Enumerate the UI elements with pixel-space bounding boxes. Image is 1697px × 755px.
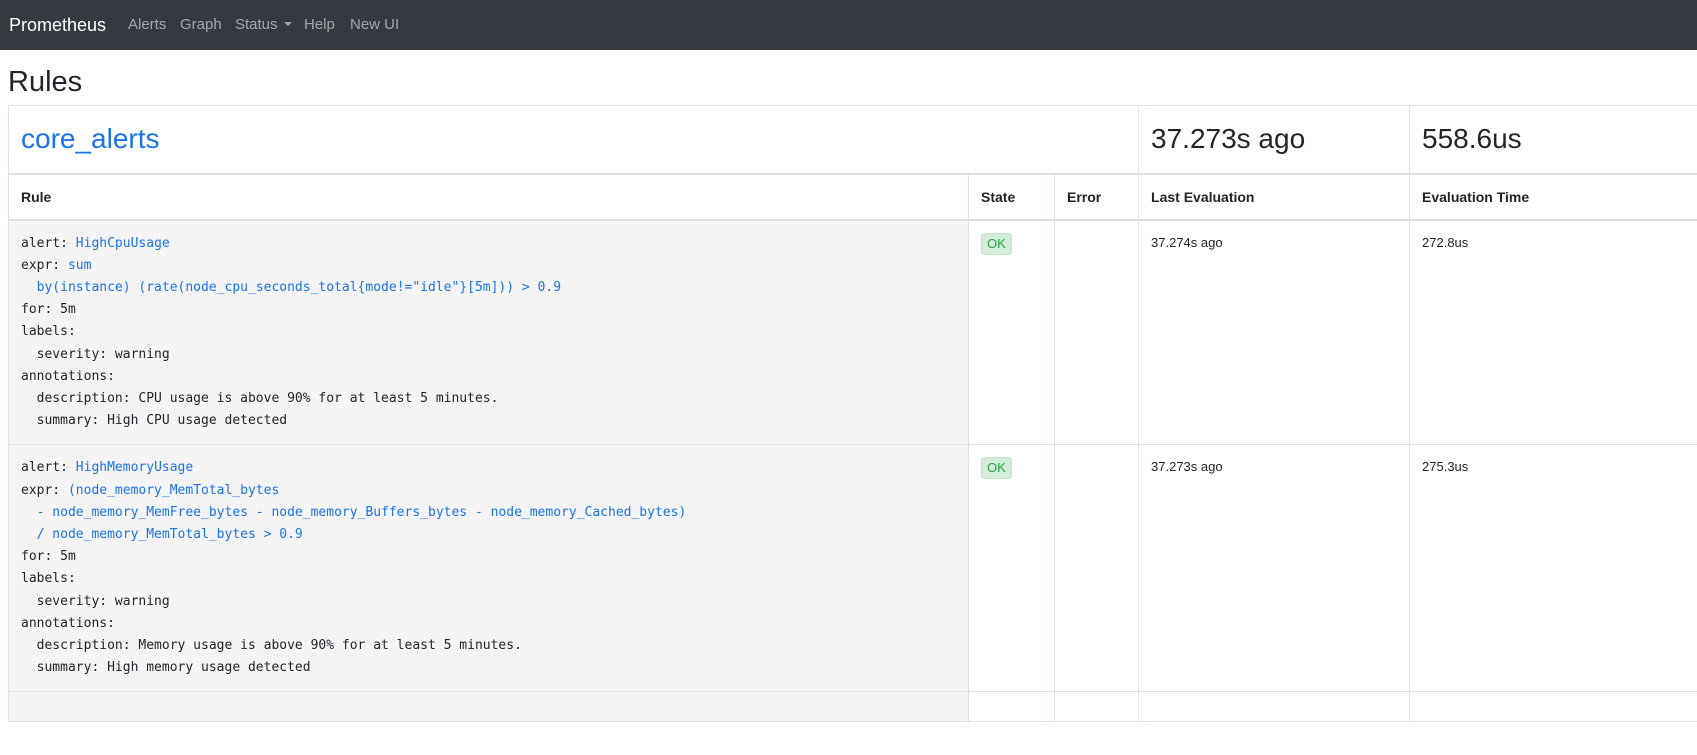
state-cell xyxy=(968,691,1055,723)
rule-label: severity: warning xyxy=(21,593,170,609)
nav-alerts-link[interactable]: Alerts xyxy=(128,15,166,35)
rule-annotation: description: Memory usage is above 90% f… xyxy=(21,637,522,653)
brand-link[interactable]: Prometheus xyxy=(9,13,106,37)
rule-key: for: xyxy=(21,302,53,318)
nav-new-ui-link[interactable]: New UI xyxy=(350,15,399,35)
nav-status-label: Status xyxy=(235,16,278,33)
rule-key: alert: xyxy=(21,235,68,251)
group-evaluation-time: 558.6us xyxy=(1422,123,1522,155)
expr-line: sum xyxy=(67,257,92,273)
rule-key: alert: xyxy=(21,460,68,476)
rule-key: labels: xyxy=(21,571,76,587)
expr-link[interactable]: (node_memory_MemTotal_bytes - node_memor… xyxy=(21,482,687,542)
error-cell xyxy=(1053,218,1140,446)
rule-annotation: summary: High CPU usage detected xyxy=(21,413,288,429)
rule-key: labels: xyxy=(21,324,76,340)
rule-for: 5m xyxy=(60,549,76,565)
last-evaluation-cell xyxy=(1138,691,1411,723)
rule-key: expr: xyxy=(21,257,61,273)
evaluation-time-cell: 272.8us xyxy=(1409,218,1697,446)
page-title: Rules xyxy=(8,66,83,98)
table-row xyxy=(8,691,1697,723)
group-last-evaluation-cell: 37.273s ago xyxy=(1138,105,1411,175)
chevron-down-icon xyxy=(283,22,292,26)
rule-label: severity: warning xyxy=(21,346,170,362)
error-cell xyxy=(1053,444,1140,693)
column-header-state: State xyxy=(968,173,1055,221)
nav-help-link[interactable]: Help xyxy=(304,15,335,35)
state-cell: OK xyxy=(968,444,1055,693)
column-header-error: Error xyxy=(1053,173,1140,221)
column-header-rule: Rule xyxy=(8,173,969,221)
state-cell: OK xyxy=(968,218,1055,446)
alert-name-link[interactable]: HighCpuUsage xyxy=(76,236,170,251)
expr-line: by(instance) (rate(node_cpu_seconds_tota… xyxy=(21,279,562,295)
group-name-cell: core_alerts xyxy=(7,105,1140,175)
nav-status-dropdown[interactable]: Status xyxy=(235,15,292,35)
expr-line: - node_memory_MemFree_bytes - node_memor… xyxy=(21,504,687,520)
error-cell xyxy=(1053,691,1140,723)
table-row: alert: HighCpuUsage expr: sum by(instanc… xyxy=(8,218,1697,446)
rule-key: for: xyxy=(21,549,53,565)
rules-table: core_alerts 37.273s ago 558.6us Rule Sta… xyxy=(7,105,1697,723)
table-row: alert: HighMemoryUsage expr: (node_memor… xyxy=(8,444,1697,693)
status-badge: OK xyxy=(981,232,1012,255)
evaluation-time-cell xyxy=(1409,691,1697,723)
rule-definition-cell: alert: HighCpuUsage expr: sum by(instanc… xyxy=(8,218,969,446)
rule-definition-cell: alert: HighMemoryUsage expr: (node_memor… xyxy=(8,444,969,693)
expr-link[interactable]: sum by(instance) (rate(node_cpu_seconds_… xyxy=(21,258,561,295)
rule-key: expr: xyxy=(21,482,61,498)
rule-definition: alert: HighCpuUsage expr: sum by(instanc… xyxy=(21,233,956,433)
evaluation-time-cell: 275.3us xyxy=(1409,444,1697,693)
expr-line: (node_memory_MemTotal_bytes xyxy=(67,482,280,498)
status-badge: OK xyxy=(981,457,1012,480)
group-header-row: core_alerts 37.273s ago 558.6us xyxy=(7,105,1697,175)
rule-key: annotations: xyxy=(21,615,115,631)
rule-definition-cell xyxy=(8,691,969,723)
navbar: Prometheus Alerts Graph Status Help New … xyxy=(0,0,1697,50)
expr-line: / node_memory_MemTotal_bytes > 0.9 xyxy=(21,526,303,542)
alert-name-link[interactable]: HighMemoryUsage xyxy=(76,460,193,475)
column-header-last-evaluation: Last Evaluation xyxy=(1138,173,1411,221)
rule-key: annotations: xyxy=(21,368,115,384)
column-header-row: Rule State Error Last Evaluation Evaluat… xyxy=(8,173,1697,221)
nav-graph-link[interactable]: Graph xyxy=(180,15,222,35)
last-evaluation-cell: 37.274s ago xyxy=(1138,218,1411,446)
group-evaluation-time-cell: 558.6us xyxy=(1409,105,1697,175)
group-last-evaluation: 37.273s ago xyxy=(1151,123,1306,155)
rule-annotation: description: CPU usage is above 90% for … xyxy=(21,390,499,406)
rule-definition: alert: HighMemoryUsage expr: (node_memor… xyxy=(21,457,956,679)
group-name-link[interactable]: core_alerts xyxy=(21,123,160,154)
rule-annotation: summary: High memory usage detected xyxy=(21,660,311,676)
column-header-evaluation-time: Evaluation Time xyxy=(1409,173,1697,221)
last-evaluation-cell: 37.273s ago xyxy=(1138,444,1411,693)
rule-for: 5m xyxy=(60,302,76,318)
